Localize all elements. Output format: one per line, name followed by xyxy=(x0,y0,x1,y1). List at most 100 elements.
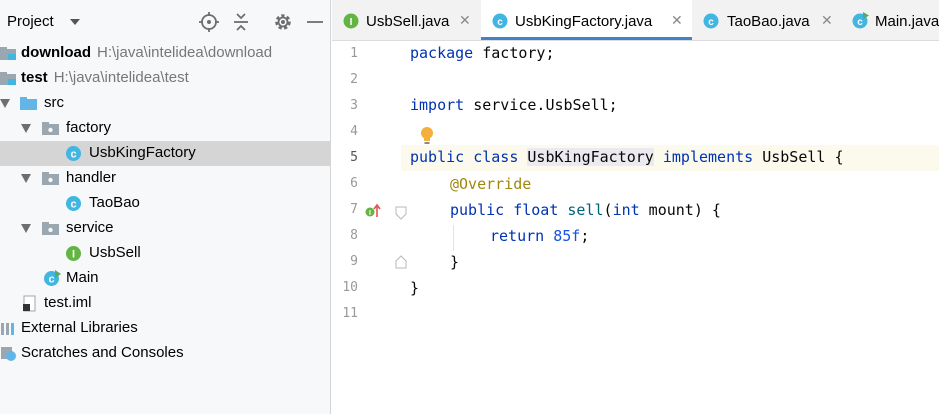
line-number: 3 xyxy=(350,98,358,113)
code-text: } xyxy=(450,253,460,271)
line-number: 6 xyxy=(350,176,358,191)
tree-item-name: test xyxy=(21,69,48,86)
tab-label: UsbSell.java xyxy=(366,13,450,30)
scratches-icon xyxy=(1,347,16,361)
lightbulb-icon[interactable] xyxy=(420,126,434,145)
tree-item-factory[interactable]: factory xyxy=(0,116,330,141)
keyword: package xyxy=(410,44,474,62)
keyword: public class xyxy=(410,148,528,166)
code-text: mount) { xyxy=(639,201,721,219)
interface-icon: I xyxy=(343,13,359,29)
chevron-down-icon[interactable] xyxy=(21,224,31,233)
code-line-8: return 85f; xyxy=(490,227,589,245)
svg-text:I: I xyxy=(72,249,75,261)
line-number: 10 xyxy=(342,280,358,295)
line-number: 11 xyxy=(342,306,358,321)
minimize-icon[interactable] xyxy=(304,11,326,33)
tab-label: TaoBao.java xyxy=(727,13,810,30)
code-line-5: public class UsbKingFactory implements U… xyxy=(410,148,844,166)
main-class-icon: c xyxy=(852,12,869,29)
svg-text:c: c xyxy=(857,17,863,28)
code-text: service.UsbSell; xyxy=(464,96,618,114)
tree-item-path: H:\java\intelidea\download xyxy=(97,44,273,61)
tab-label: Main.java xyxy=(875,13,939,30)
svg-text:c: c xyxy=(70,149,76,161)
project-header: Project xyxy=(0,0,330,44)
svg-text:c: c xyxy=(70,199,76,211)
tree-item-usbkingfactory[interactable]: c UsbKingFactory xyxy=(0,141,330,166)
svg-text:c: c xyxy=(708,17,714,28)
line-number-current: 5 xyxy=(350,150,358,165)
line-number: 8 xyxy=(350,228,358,243)
chevron-down-icon[interactable] xyxy=(21,174,31,183)
keyword: return xyxy=(490,227,554,245)
close-icon[interactable]: ✕ xyxy=(459,12,471,29)
code-line-6: @Override xyxy=(450,175,531,193)
tree-item-usbsell[interactable]: I UsbSell xyxy=(0,241,330,266)
implements-method-icon[interactable]: I xyxy=(365,203,381,219)
tree-item-test-iml[interactable]: test.iml xyxy=(0,291,330,316)
svg-text:I: I xyxy=(350,17,353,28)
line-number: 9 xyxy=(350,254,358,269)
code-line-9: } xyxy=(450,253,459,271)
class-icon: c xyxy=(66,196,81,211)
class-name: UsbKingFactory xyxy=(527,148,654,166)
code-text: } xyxy=(410,279,420,297)
tab-taobao[interactable]: c TaoBao.java ✕ xyxy=(693,0,843,40)
svg-text:c: c xyxy=(497,17,503,28)
tree-item-service[interactable]: service xyxy=(0,216,330,241)
tree-item-taobao[interactable]: c TaoBao xyxy=(0,191,330,216)
chevron-down-icon[interactable] xyxy=(21,124,31,133)
tree-item-test[interactable]: test H:\java\intelidea\test xyxy=(0,66,330,91)
tree-item-download[interactable]: download H:\java\intelidea\download xyxy=(0,41,330,66)
project-title[interactable]: Project xyxy=(7,13,54,30)
tree-item-label: handler xyxy=(66,169,117,186)
library-icon xyxy=(1,323,14,335)
tree-item-label: Scratches and Consoles xyxy=(21,344,184,361)
collapse-all-icon[interactable] xyxy=(230,11,252,33)
tree-item-external-libraries[interactable]: External Libraries xyxy=(0,316,330,341)
locate-icon[interactable] xyxy=(198,11,220,33)
chevron-down-icon[interactable] xyxy=(0,99,10,108)
class-icon: c xyxy=(66,146,81,161)
package-folder-icon xyxy=(42,222,59,235)
tab-usbsell[interactable]: I UsbSell.java ✕ xyxy=(332,0,480,40)
keyword: implements xyxy=(653,148,754,166)
code-line-7: public float sell(int mount) { xyxy=(450,201,721,219)
code-text: factory; xyxy=(473,44,555,62)
line-number: 2 xyxy=(350,72,358,87)
code-line-3: import service.UsbSell; xyxy=(410,96,618,114)
line-number: 7 xyxy=(350,202,358,217)
svg-text:c: c xyxy=(48,274,54,286)
code-text: ; xyxy=(580,227,590,245)
tree-item-src[interactable]: src xyxy=(0,91,330,116)
tree-item-path: H:\java\intelidea\test xyxy=(53,69,189,86)
annotation: @Override xyxy=(450,175,532,193)
package-folder-icon xyxy=(42,122,59,135)
line-number: 1 xyxy=(350,46,358,61)
code-editor[interactable]: package factory; import service.UsbSell;… xyxy=(401,41,939,414)
tree-item-main[interactable]: c Main xyxy=(0,266,330,291)
module-folder-icon xyxy=(0,72,16,85)
tree-item-label: UsbKingFactory xyxy=(89,144,196,161)
close-icon[interactable]: ✕ xyxy=(821,12,833,29)
module-folder-icon xyxy=(0,47,16,60)
number-literal: 85f xyxy=(553,227,581,245)
editor-gutter: 1 3 2 4 5 6 7 8 9 10 11 I xyxy=(332,41,407,414)
tree-item-handler[interactable]: handler xyxy=(0,166,330,191)
tree-item-name: download xyxy=(21,44,91,61)
tree-item-label: TaoBao xyxy=(89,194,140,211)
tab-usbkingfactory[interactable]: c UsbKingFactory.java ✕ xyxy=(481,0,692,40)
tree-item-scratches[interactable]: Scratches and Consoles xyxy=(0,341,330,366)
gear-icon[interactable] xyxy=(272,11,294,33)
keyword: public float xyxy=(450,201,568,219)
chevron-down-icon[interactable] xyxy=(70,19,80,25)
class-icon: c xyxy=(703,13,719,29)
class-icon: c xyxy=(492,13,508,29)
tree-item-label: factory xyxy=(66,119,112,136)
project-panel: Project download H:\java\intelidea\downl… xyxy=(0,0,331,414)
tree-item-label: Main xyxy=(66,269,99,286)
tab-main[interactable]: c Main.java xyxy=(844,0,939,40)
tree-item-label: UsbSell xyxy=(89,244,141,261)
close-icon[interactable]: ✕ xyxy=(671,12,683,29)
